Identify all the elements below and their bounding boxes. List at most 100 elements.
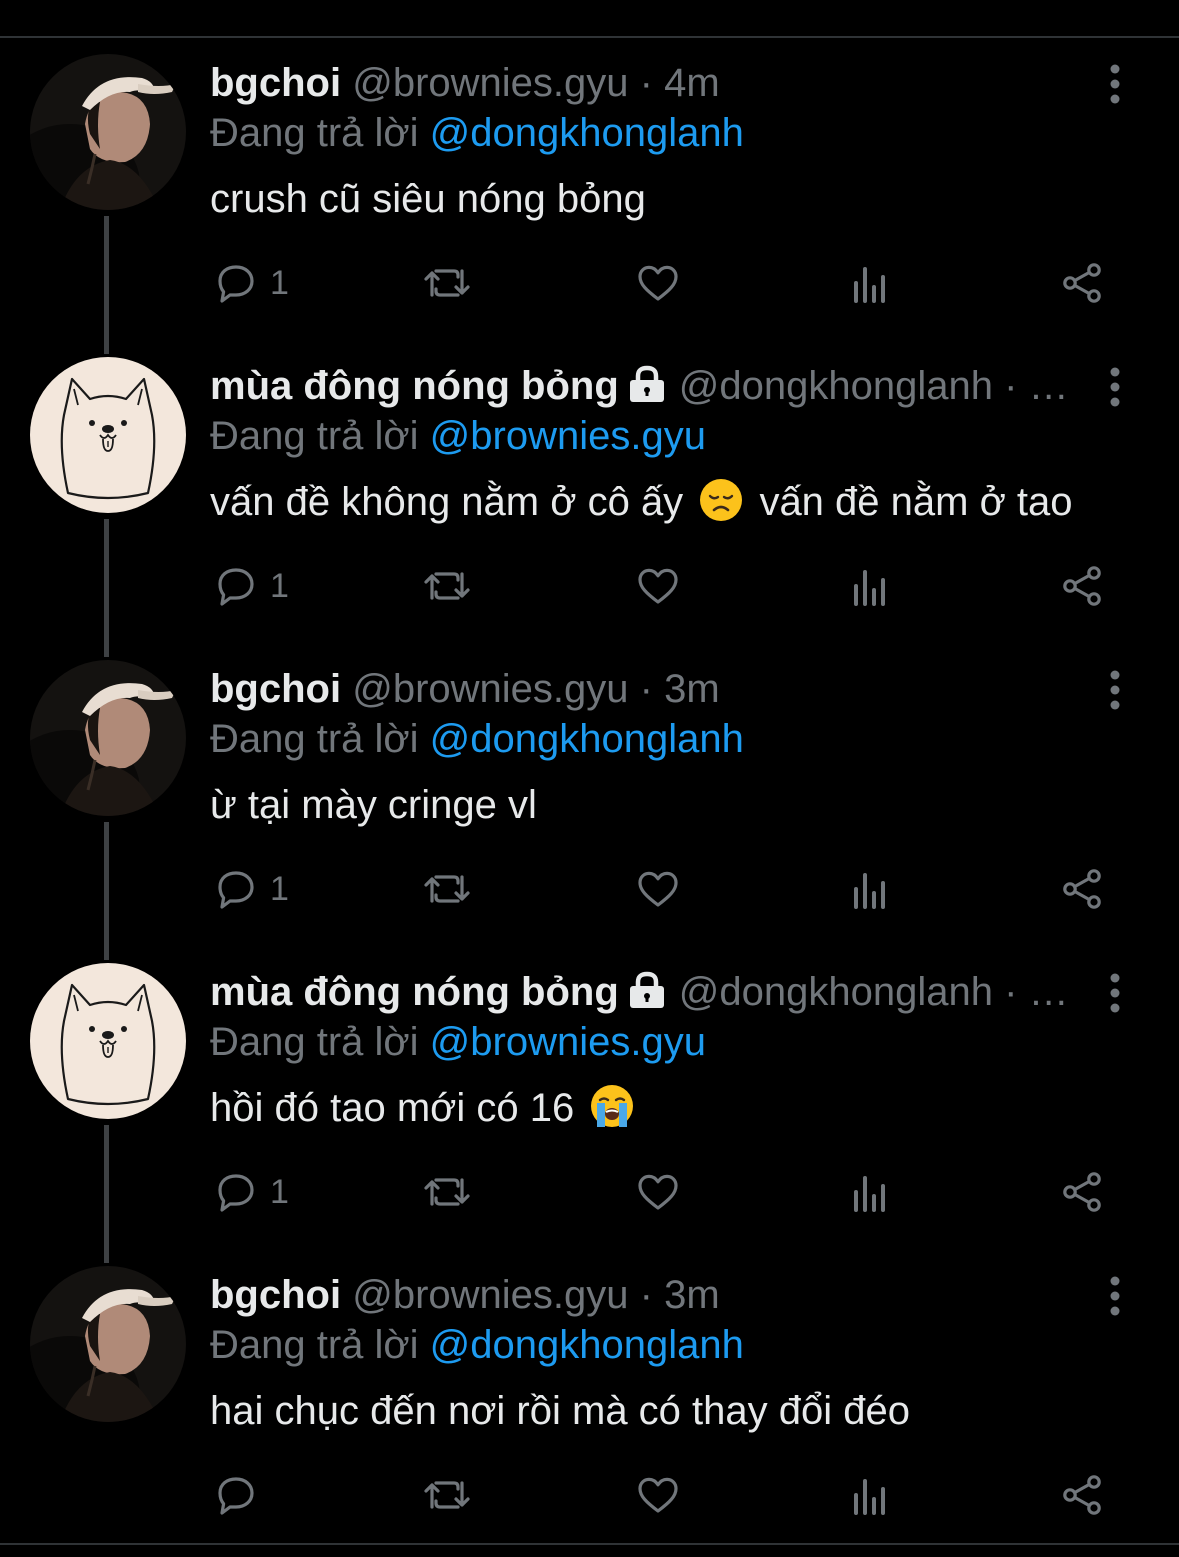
share-button[interactable] bbox=[1058, 864, 1106, 914]
analytics-icon bbox=[854, 1176, 885, 1212]
tweet-text: hai chục đến nơi rồi mà có thay đổi đéo bbox=[210, 1386, 910, 1436]
display-name[interactable]: mùa đông nóng bỏng bbox=[210, 970, 619, 1014]
reply-target-link[interactable]: @brownies.gyu bbox=[430, 1020, 706, 1064]
avatar[interactable] bbox=[30, 1266, 186, 1422]
tweet-text-part: hai chục đến nơi rồi mà có thay đổi đéo bbox=[210, 1389, 910, 1433]
retweet-button[interactable] bbox=[420, 258, 474, 308]
header-separator: · bbox=[1004, 364, 1018, 408]
retweet-button[interactable] bbox=[420, 864, 474, 914]
tweet[interactable]: bgchoi @brownies.gyu · 3m Đang trả lời @… bbox=[0, 1248, 1179, 1551]
reply-button[interactable]: 1 bbox=[212, 561, 289, 611]
reply-target-link[interactable]: @dongkhonglanh bbox=[430, 1323, 744, 1367]
tweet-time-truncated[interactable]: … bbox=[1029, 364, 1069, 408]
replying-to: Đang trả lời @dongkhonglanh bbox=[210, 1320, 744, 1370]
tweet-text: vấn đề không nằm ở cô ấy vấn đề nằm ở ta… bbox=[210, 477, 1073, 535]
display-name[interactable]: mùa đông nóng bỏng bbox=[210, 364, 619, 408]
share-button[interactable] bbox=[1058, 258, 1106, 308]
reply-icon bbox=[218, 1477, 254, 1515]
reply-button[interactable] bbox=[212, 1470, 270, 1520]
reply-prefix-label: Đang trả lời bbox=[210, 1020, 419, 1064]
like-button[interactable] bbox=[634, 1470, 682, 1520]
tweet-time[interactable]: 4m bbox=[664, 61, 720, 105]
tweet-time[interactable]: 3m bbox=[664, 1273, 720, 1317]
tweet[interactable]: mùa đông nóng bỏng @dongkhonglanh · … Đan… bbox=[0, 339, 1179, 642]
retweet-icon bbox=[424, 572, 470, 600]
reply-prefix-label: Đang trả lời bbox=[210, 717, 419, 761]
tweet-text: crush cũ siêu nóng bỏng bbox=[210, 174, 646, 224]
views-button[interactable] bbox=[846, 864, 894, 914]
reply-prefix-label: Đang trả lời bbox=[210, 111, 419, 155]
reply-icon bbox=[218, 1174, 254, 1212]
tweet-time-truncated[interactable]: … bbox=[1029, 970, 1069, 1014]
views-button[interactable] bbox=[846, 1470, 894, 1520]
reply-count: 1 bbox=[270, 566, 289, 605]
replying-to: Đang trả lời @dongkhonglanh bbox=[210, 108, 744, 158]
share-button[interactable] bbox=[1058, 561, 1106, 611]
avatar[interactable] bbox=[30, 660, 186, 816]
tweet-actions bbox=[0, 1470, 1179, 1520]
more-options-icon[interactable] bbox=[1100, 62, 1130, 106]
share-button[interactable] bbox=[1058, 1470, 1106, 1520]
more-options-icon[interactable] bbox=[1100, 668, 1130, 712]
tweet-time[interactable]: 3m bbox=[664, 667, 720, 711]
reply-prefix-label: Đang trả lời bbox=[210, 1323, 419, 1367]
replying-to: Đang trả lời @brownies.gyu bbox=[210, 1017, 706, 1067]
display-name[interactable]: bgchoi bbox=[210, 1273, 341, 1317]
tweet-header: bgchoi @brownies.gyu · 3m bbox=[210, 664, 1070, 714]
lock-icon bbox=[627, 971, 667, 1017]
user-handle[interactable]: @brownies.gyu bbox=[352, 1273, 628, 1317]
tweet[interactable]: mùa đông nóng bỏng @dongkhonglanh · … Đan… bbox=[0, 945, 1179, 1248]
tweet[interactable]: bgchoi @brownies.gyu · 3m Đang trả lời @… bbox=[0, 642, 1179, 945]
avatar[interactable] bbox=[30, 54, 186, 210]
crying-face-emoji bbox=[589, 1083, 635, 1141]
user-handle[interactable]: @dongkhonglanh bbox=[679, 970, 993, 1014]
tweet-actions: 1 bbox=[0, 258, 1179, 308]
lock-icon bbox=[627, 365, 667, 411]
more-options-icon[interactable] bbox=[1100, 365, 1130, 409]
reply-count: 1 bbox=[270, 869, 289, 908]
more-options-icon[interactable] bbox=[1100, 1274, 1130, 1318]
share-button[interactable] bbox=[1058, 1167, 1106, 1217]
like-button[interactable] bbox=[634, 864, 682, 914]
tweet-header: bgchoi @brownies.gyu · 3m bbox=[210, 1270, 1070, 1320]
person-photo-avatar bbox=[30, 660, 186, 816]
avatar[interactable] bbox=[30, 357, 186, 513]
views-button[interactable] bbox=[846, 561, 894, 611]
display-name[interactable]: bgchoi bbox=[210, 667, 341, 711]
header-separator: · bbox=[1004, 970, 1018, 1014]
reply-button[interactable]: 1 bbox=[212, 258, 289, 308]
like-button[interactable] bbox=[634, 258, 682, 308]
reply-target-link[interactable]: @dongkhonglanh bbox=[430, 111, 744, 155]
avatar[interactable] bbox=[30, 963, 186, 1119]
reply-icon bbox=[218, 568, 254, 606]
like-button[interactable] bbox=[634, 1167, 682, 1217]
header-separator: · bbox=[639, 667, 653, 711]
share-icon bbox=[1063, 566, 1101, 606]
analytics-icon bbox=[854, 267, 885, 303]
heart-icon bbox=[638, 871, 678, 907]
tweet-text-part: vấn đề không nằm ở cô ấy bbox=[210, 480, 684, 524]
like-button[interactable] bbox=[634, 561, 682, 611]
analytics-icon bbox=[854, 1479, 885, 1515]
tweet-actions: 1 bbox=[0, 864, 1179, 914]
heart-icon bbox=[638, 265, 678, 301]
reply-target-link[interactable]: @dongkhonglanh bbox=[430, 717, 744, 761]
views-button[interactable] bbox=[846, 258, 894, 308]
retweet-icon bbox=[424, 1481, 470, 1509]
retweet-button[interactable] bbox=[420, 1470, 474, 1520]
replying-to: Đang trả lời @brownies.gyu bbox=[210, 411, 706, 461]
retweet-button[interactable] bbox=[420, 561, 474, 611]
heart-icon bbox=[638, 568, 678, 604]
display-name[interactable]: bgchoi bbox=[210, 61, 341, 105]
reply-button[interactable]: 1 bbox=[212, 864, 289, 914]
user-handle[interactable]: @brownies.gyu bbox=[352, 667, 628, 711]
reply-target-link[interactable]: @brownies.gyu bbox=[430, 414, 706, 458]
tweet[interactable]: bgchoi @brownies.gyu · 4m Đang trả lời @… bbox=[0, 36, 1179, 339]
reply-button[interactable]: 1 bbox=[212, 1167, 289, 1217]
views-button[interactable] bbox=[846, 1167, 894, 1217]
more-options-icon[interactable] bbox=[1100, 971, 1130, 1015]
user-handle[interactable]: @brownies.gyu bbox=[352, 61, 628, 105]
retweet-button[interactable] bbox=[420, 1167, 474, 1217]
user-handle[interactable]: @dongkhonglanh bbox=[679, 364, 993, 408]
header-separator: · bbox=[639, 1273, 653, 1317]
